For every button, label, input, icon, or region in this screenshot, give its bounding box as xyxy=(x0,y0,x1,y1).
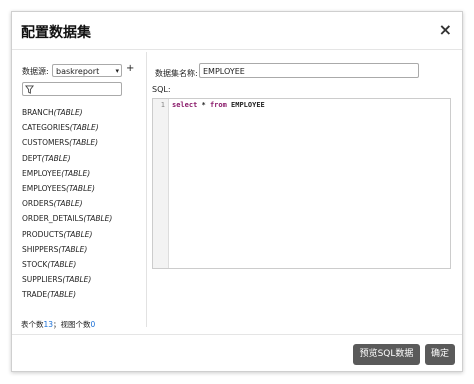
config-dataset-dialog: 配置数据集 × 数据源: baskreport ▾ + BRANCH(TABLE… xyxy=(11,11,463,372)
table-view-counts: 表个数13；视图个数0 xyxy=(21,319,95,330)
add-datasource-button[interactable]: + xyxy=(126,63,134,74)
dialog-footer-divider xyxy=(12,334,462,335)
chevron-down-icon: ▾ xyxy=(115,67,119,75)
table-count: 13 xyxy=(43,320,54,329)
filter-icon xyxy=(25,85,34,94)
dialog-header: 配置数据集 × xyxy=(12,12,462,50)
table-list-item[interactable]: DEPT(TABLE) xyxy=(22,151,112,166)
sql-code: select * from EMPLOYEE xyxy=(172,101,265,109)
line-gutter: 1 xyxy=(153,99,169,268)
table-list-item[interactable]: PRODUCTS(TABLE) xyxy=(22,227,112,242)
panel-divider xyxy=(146,52,147,327)
table-name: ORDER_DETAILS xyxy=(22,214,84,224)
table-list: BRANCH(TABLE) CATEGORIES(TABLE) CUSTOMERS(… xyxy=(22,105,112,302)
count-separator: ； xyxy=(53,320,61,329)
table-count-label: 表个数 xyxy=(21,320,44,329)
dialog-title: 配置数据集 xyxy=(21,25,91,41)
table-type: (TABLE) xyxy=(58,244,88,254)
table-list-item[interactable]: CATEGORIES(TABLE) xyxy=(22,120,112,135)
view-count: 0 xyxy=(90,320,96,329)
table-name: PRODUCTS xyxy=(22,229,64,239)
line-number: 1 xyxy=(160,101,165,109)
sql-keyword-select: select xyxy=(172,101,198,109)
view-count-label: 视图个数 xyxy=(60,320,91,329)
table-browser: 数据源: baskreport ▾ + BRANCH(TABLE) CATEGOR… xyxy=(21,63,140,329)
table-list-item[interactable]: EMPLOYEE(TABLE) xyxy=(22,166,112,181)
table-type: (TABLE) xyxy=(69,123,99,133)
sql-label: SQL: xyxy=(152,85,171,94)
table-list-item[interactable]: TRADE(TABLE) xyxy=(22,287,112,302)
table-type: (TABLE) xyxy=(53,199,83,209)
table-type: (TABLE) xyxy=(47,290,77,300)
table-name: ORDERS xyxy=(22,199,54,209)
table-name: BRANCH xyxy=(22,108,54,117)
table-name: CATEGORIES xyxy=(22,123,70,133)
table-type: (TABLE) xyxy=(53,108,83,117)
table-name: EMPLOYEES xyxy=(22,183,66,193)
table-type: (TABLE) xyxy=(69,138,99,148)
sql-table-name: EMPLOYEE xyxy=(226,101,265,109)
table-name: TRADE xyxy=(22,290,48,300)
table-list-item[interactable]: EMPLOYEES(TABLE) xyxy=(22,181,112,196)
table-type: (TABLE) xyxy=(63,229,93,239)
dataset-name-input[interactable]: EMPLOYEE xyxy=(199,63,419,78)
preview-sql-button[interactable]: 预览SQL数据 xyxy=(353,344,420,365)
table-type: (TABLE) xyxy=(61,168,91,178)
table-type: (TABLE) xyxy=(62,275,92,285)
table-filter-input[interactable] xyxy=(22,82,122,96)
table-list-item[interactable]: SUPPLIERS(TABLE) xyxy=(22,272,112,287)
sql-editor[interactable]: 1 select * from EMPLOYEE xyxy=(152,98,451,269)
datasource-value: baskreport xyxy=(56,67,100,76)
table-name: DEPT xyxy=(22,153,42,163)
table-type: (TABLE) xyxy=(41,153,71,163)
table-name: STOCK xyxy=(22,259,48,269)
table-list-item[interactable]: STOCK(TABLE) xyxy=(22,257,112,272)
table-name: EMPLOYEE xyxy=(22,168,62,178)
ok-button[interactable]: 确定 xyxy=(425,344,455,365)
dataset-name-label: 数据集名称: xyxy=(155,69,198,78)
table-type: (TABLE) xyxy=(83,214,113,224)
table-list-item[interactable]: ORDERS(TABLE) xyxy=(22,196,112,211)
sql-keyword-from: from xyxy=(209,101,227,109)
datasource-select[interactable]: baskreport ▾ xyxy=(52,64,122,77)
table-name: SUPPLIERS xyxy=(22,275,63,285)
table-type: (TABLE) xyxy=(65,183,95,193)
table-name: CUSTOMERS xyxy=(22,138,70,148)
table-list-item[interactable]: BRANCH(TABLE) xyxy=(22,105,112,120)
sql-star: * xyxy=(197,101,210,109)
table-list-item[interactable]: CUSTOMERS(TABLE) xyxy=(22,135,112,150)
table-list-item[interactable]: ORDER_DETAILS(TABLE) xyxy=(22,211,112,226)
table-list-item[interactable]: SHIPPERS(TABLE) xyxy=(22,242,112,257)
close-icon[interactable]: × xyxy=(439,20,452,39)
table-type: (TABLE) xyxy=(47,259,77,269)
datasource-label: 数据源: xyxy=(22,67,49,76)
table-name: SHIPPERS xyxy=(22,244,59,254)
